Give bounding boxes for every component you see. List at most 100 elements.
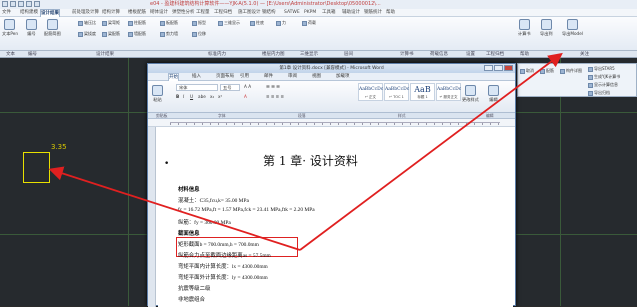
ribbon-export-button[interactable]: 计算书 [518,19,531,37]
style-name: ↵ TOC 1 [389,95,404,99]
minimize-icon[interactable] [484,65,493,71]
font-color-button[interactable]: A [244,94,247,99]
strikethrough-button[interactable]: abe [198,94,206,99]
redo-icon[interactable] [34,1,40,7]
vertical-ruler [148,127,156,307]
bold-button[interactable]: B [176,94,179,99]
menu-item[interactable]: PKPM [304,9,316,17]
menu-item[interactable]: 文件 [2,9,11,17]
style-preview: AaBbCcDc [385,87,410,92]
calc-book-item[interactable]: 配筋 [540,68,554,74]
menu-item[interactable]: 钢结构 [262,9,276,17]
new-icon[interactable] [2,1,8,7]
menu-item[interactable]: 钢筋统计 [364,9,382,17]
ribbon-button[interactable]: 文本Pen [2,19,18,37]
underline-button[interactable]: U [190,94,193,99]
ribbon-small-button[interactable]: 轴压比 [78,20,96,26]
ribbon-small-button[interactable]: 位移 [192,31,206,37]
ribbon-small-label: 梁配筋 [108,31,120,36]
font-name-select[interactable]: 宋体 [176,84,218,91]
bullets-button[interactable]: ☰ ☰ ☰ [266,84,280,89]
style-swatch[interactable]: AaBbCcDc ↵ 服务正文 [436,83,461,101]
close-icon[interactable] [504,65,513,71]
word-tab[interactable]: 引用 [240,73,249,81]
menu-item[interactable]: 施工图设计 [238,9,261,17]
ribbon-small-button[interactable]: 三维显示 [218,20,240,26]
style-swatch[interactable]: AaBbCcDc ↵ TOC 1 [384,83,409,101]
word-tab[interactable]: 邮件 [264,73,273,81]
change-style-button[interactable]: 更改样式 [462,85,479,103]
word-tab[interactable]: 审阅 [288,73,297,81]
open-icon[interactable] [10,1,16,7]
style-swatch[interactable]: AaBbCcDc ↵ 正文 [358,83,383,101]
word-tab[interactable]: 页面布局 [216,73,234,81]
export-icon [566,19,578,30]
calc-book-item[interactable]: 构件详图 [560,68,582,74]
ribbon-small-button[interactable]: 梁弯矩 [102,20,120,26]
undo-icon[interactable] [26,1,32,7]
calc-book-item[interactable]: 导出归档 [588,90,610,96]
document-page[interactable]: • 第 1 章· 设计资料 材料信息 混凝土：C35,fcu,k= 35.00 M… [158,127,513,307]
menu-item[interactable]: 工程量 [196,9,210,17]
align-buttons[interactable]: ≡ ≡ ≡ ≡ [266,94,284,99]
ribbon-small-button[interactable]: 剪力墙 [160,31,178,37]
ribbon-button[interactable]: 编号 [26,19,37,37]
style-name: 标题 1 [417,95,428,99]
bullet-mark: • [164,159,170,169]
word-tab[interactable]: 加载项 [336,73,350,81]
ribbon-small-button[interactable]: 柱配筋 [128,20,146,26]
ribbon-small-button[interactable]: 梁配筋 [102,31,120,37]
menu-item[interactable]: 辅助设计 [342,9,360,17]
save-icon[interactable] [18,1,24,7]
menu-item[interactable]: 弹塑性分析 [172,9,195,17]
superscript-button[interactable]: x² [218,94,222,99]
font-size-select[interactable]: 五号 [220,84,240,91]
menu-item[interactable]: 结构建模 [20,9,38,17]
paste-button[interactable]: 粘贴 [152,85,163,103]
menu-item[interactable]: 楼板配筋 [128,9,146,17]
quick-access-toolbar[interactable] [2,1,40,7]
menu-item[interactable]: 工具箱 [322,9,336,17]
ribbon-small-button[interactable]: 柱底 [250,20,264,26]
calc-book-item[interactable]: 导出STAR5 [588,66,615,72]
menu-item[interactable]: 结构计算 [102,9,120,17]
menu-item[interactable]: 砌体设计 [150,9,168,17]
style-name: ↵ 服务正文 [439,95,458,99]
calc-book-item[interactable]: 显示计算信息 [588,82,618,88]
calc-book-item[interactable]: 生成YJK计算书 [588,74,620,80]
ribbon-small-button[interactable]: 荷载 [302,20,316,26]
ribbon-small-button[interactable]: 板配筋 [160,20,178,26]
menu-item[interactable]: 工程归档 [214,9,232,17]
menu-item[interactable]: SATWE [284,9,300,17]
maximize-icon[interactable] [494,65,503,71]
ribbon-small-button[interactable]: 梁挠度 [78,31,96,37]
calc-book-item[interactable]: 取消 [520,68,534,74]
document-line: 弯矩平面外计算长度：ly = 4300.00mm [178,275,268,281]
word-tab[interactable]: 插入 [192,73,201,81]
main-ribbon: 文本Pen 编号 配筋简图 轴压比 梁弯矩 柱配筋梁挠度 梁配筋 墙配筋 板配筋剪力墙 振型位移 三… [0,17,637,51]
ribbon-small-icon [218,20,223,26]
edit-button[interactable]: 编辑 [488,85,499,103]
style-swatch[interactable]: AaB 标题 1 [410,83,435,101]
ribbon-group-label: 标准内力 [208,52,226,57]
ribbon-group-label: 工程归档 [486,52,504,57]
menu-item[interactable]: 帮助 [386,9,395,17]
ribbon-export-button[interactable]: 导出到 [540,19,553,37]
ribbon-tool-icon [26,19,37,30]
ribbon-export-button[interactable]: 导出Model [562,19,583,37]
menu-item[interactable]: 前处理及计算 [72,9,99,17]
italic-button[interactable]: I [183,94,184,99]
export-icon [518,19,530,30]
ribbon-small-button[interactable]: 力 [276,20,286,26]
word-tab[interactable]: 视图 [312,73,321,81]
ribbon-button[interactable]: 配筋简图 [44,19,61,37]
ribbon-small-button[interactable]: 墙配筋 [128,31,146,37]
ribbon-small-button[interactable]: 振型 [192,20,206,26]
word-tabs: 开始 插入 页面布局 引用 邮件 审阅 视图 加载项 [148,73,515,82]
grow-font-button[interactable]: A A [244,84,251,89]
menu-item[interactable]: 设计结果 [40,9,60,17]
column-outline[interactable] [23,152,50,183]
ruler[interactable] [148,119,515,127]
ribbon-group-label: 文本 [6,52,15,57]
subscript-button[interactable]: x₂ [210,94,214,99]
